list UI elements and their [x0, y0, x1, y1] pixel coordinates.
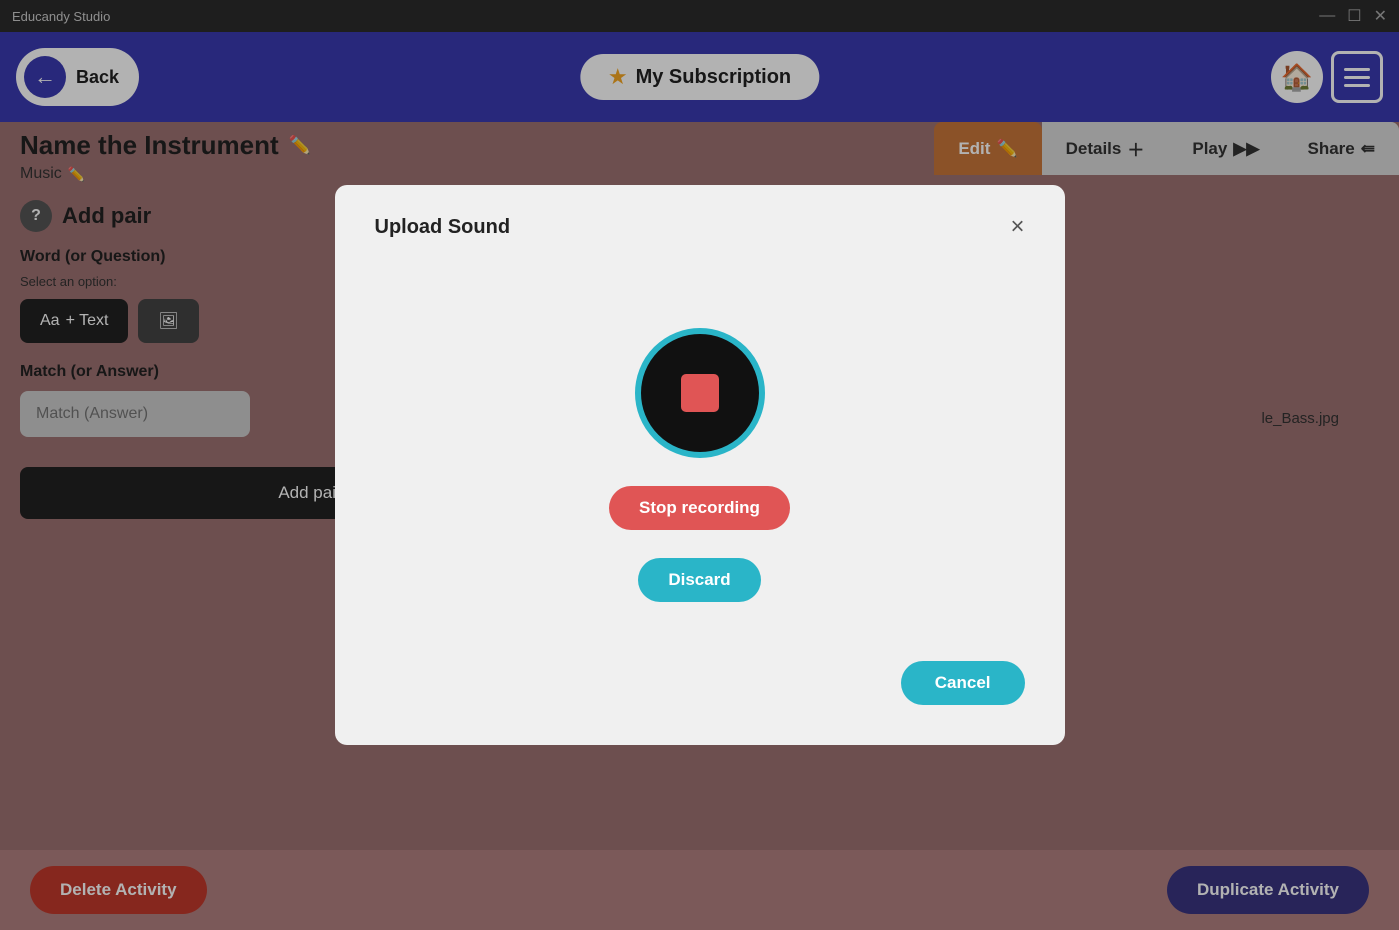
upload-sound-modal: Upload Sound × Stop recording Discard Ca… [335, 185, 1065, 745]
modal-close-button[interactable]: × [1010, 215, 1024, 239]
discard-button[interactable]: Discard [638, 558, 760, 602]
modal-title: Upload Sound [375, 216, 511, 239]
recording-indicator [635, 328, 765, 458]
cancel-button[interactable]: Cancel [901, 661, 1025, 705]
modal-footer: Cancel [375, 651, 1025, 705]
modal-header: Upload Sound × [375, 215, 1025, 239]
modal-overlay: Upload Sound × Stop recording Discard Ca… [0, 0, 1399, 930]
stop-square-icon [681, 374, 719, 412]
modal-body: Stop recording Discard [375, 259, 1025, 651]
stop-recording-button[interactable]: Stop recording [609, 486, 790, 530]
